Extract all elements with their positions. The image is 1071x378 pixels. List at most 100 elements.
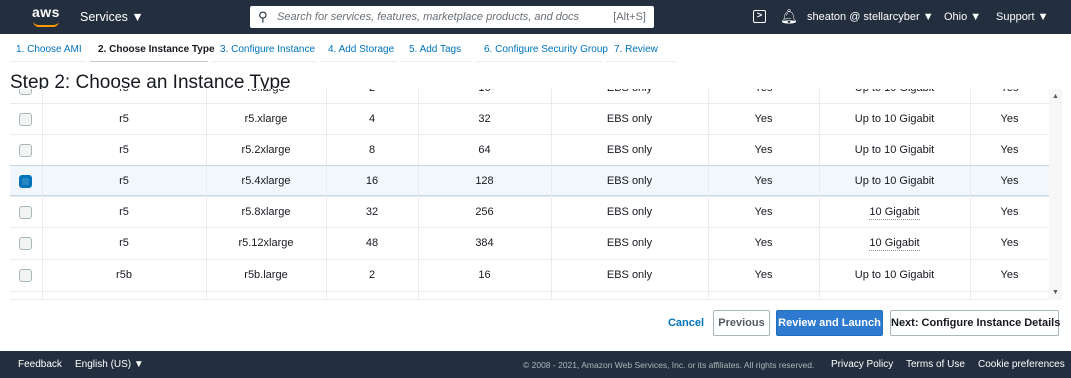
cell-ipv6: Yes bbox=[1000, 269, 1019, 281]
row-checkbox[interactable] bbox=[19, 144, 32, 157]
cell-family: r5b bbox=[116, 269, 132, 281]
row-checkbox[interactable] bbox=[19, 237, 32, 250]
table-row[interactable]: r5 r5.12xlarge 48 384 EBS only Yes 10 Gi… bbox=[10, 227, 1049, 259]
aws-logo-text: aws bbox=[32, 4, 60, 20]
cell-memory: 64 bbox=[478, 144, 491, 156]
step-underline bbox=[10, 61, 86, 62]
search-input[interactable]: ⚲ Search for services, features, marketp… bbox=[250, 6, 654, 28]
scroll-down-arrow-icon[interactable]: ▼ bbox=[1052, 289, 1059, 296]
support-menu-button[interactable]: Support ▼ bbox=[996, 11, 1048, 23]
cell-storage: EBS only bbox=[606, 113, 653, 125]
notifications-bell-icon[interactable]: 🔔︎ bbox=[780, 8, 798, 25]
cell-storage: EBS only bbox=[606, 144, 653, 156]
step-underline bbox=[212, 61, 316, 62]
cell-storage: EBS only bbox=[606, 175, 653, 187]
previous-button[interactable]: Previous bbox=[713, 310, 770, 336]
step-review[interactable]: 7. Review bbox=[614, 44, 658, 55]
table-row[interactable] bbox=[10, 291, 1049, 299]
cell-ebs-optimized: Yes bbox=[754, 144, 773, 156]
table-row-selected[interactable]: r5 r5.4xlarge 16 128 EBS only Yes Up to … bbox=[10, 165, 1049, 197]
instance-type-table: r5 r5.large 2 16 EBS only Yes Up to 10 G… bbox=[10, 89, 1062, 300]
table-scrollbar[interactable]: ▲ ▼ bbox=[1049, 89, 1062, 300]
account-menu-button[interactable]: sheaton @ stellarcyber ▼ bbox=[807, 11, 934, 23]
cell-ebs-optimized: Yes bbox=[754, 237, 773, 249]
cell-ipv6: Yes bbox=[1000, 144, 1019, 156]
aws-logo[interactable]: aws bbox=[30, 4, 64, 28]
cell-ebs-optimized: Yes bbox=[708, 89, 819, 104]
aws-smile-icon bbox=[33, 21, 59, 27]
step-configure-instance[interactable]: 3. Configure Instance bbox=[220, 44, 315, 55]
copyright-text: © 2008 - 2021, Amazon Web Services, Inc.… bbox=[523, 360, 815, 370]
table-row[interactable]: r5 r5.2xlarge 8 64 EBS only Yes Up to 10… bbox=[10, 134, 1049, 166]
table-row[interactable]: r5b r5b.large 2 16 EBS only Yes Up to 10… bbox=[10, 259, 1049, 291]
cell-type: r5.2xlarge bbox=[241, 144, 291, 156]
cell-type: r5b.large bbox=[244, 269, 288, 281]
table-row[interactable]: r5 r5.xlarge 4 32 EBS only Yes Up to 10 … bbox=[10, 103, 1049, 135]
top-navigation-bar: aws Services ▼ ⚲ Search for services, fe… bbox=[0, 0, 1071, 34]
cell-network: Up to 10 Gigabit bbox=[854, 175, 935, 187]
scroll-up-arrow-icon[interactable]: ▲ bbox=[1052, 93, 1059, 100]
row-checkbox[interactable] bbox=[19, 113, 32, 126]
cell-vcpus: 8 bbox=[368, 144, 376, 156]
cell-ipv6: Yes bbox=[1000, 206, 1019, 218]
cancel-button[interactable]: Cancel bbox=[664, 310, 708, 336]
cell-ipv6: Yes bbox=[1000, 175, 1019, 187]
network-tooltip-trigger[interactable]: 10 Gigabit bbox=[869, 205, 920, 220]
privacy-policy-link[interactable]: Privacy Policy bbox=[831, 359, 893, 370]
terms-of-use-link[interactable]: Terms of Use bbox=[906, 359, 965, 370]
cell-type: r5.large bbox=[206, 89, 326, 104]
cell-memory: 256 bbox=[475, 206, 494, 218]
services-menu-button[interactable]: Services ▼ bbox=[80, 10, 144, 24]
cell-network: Up to 10 Gigabit bbox=[819, 89, 970, 104]
search-shortcut-hint: [Alt+S] bbox=[613, 11, 646, 23]
step-choose-ami[interactable]: 1. Choose AMI bbox=[16, 44, 82, 55]
step-add-tags[interactable]: 5. Add Tags bbox=[409, 44, 461, 55]
language-selector[interactable]: English (US) ▼ bbox=[75, 359, 144, 370]
feedback-link[interactable]: Feedback bbox=[18, 359, 62, 370]
cell-vcpus: 2 bbox=[326, 89, 418, 104]
table-row[interactable]: r5 r5.8xlarge 32 256 EBS only Yes 10 Gig… bbox=[10, 196, 1049, 228]
cell-ipv6: Yes bbox=[1000, 113, 1019, 125]
footer-bar: Feedback English (US) ▼ © 2008 - 2021, A… bbox=[0, 351, 1071, 378]
search-placeholder: Search for services, features, marketpla… bbox=[277, 11, 580, 23]
cell-network: 10 Gigabit bbox=[819, 197, 970, 228]
cell-type: r5.12xlarge bbox=[238, 237, 294, 249]
row-checkbox[interactable] bbox=[19, 89, 32, 95]
cell-ipv6: Yes bbox=[970, 89, 1049, 104]
row-checkbox[interactable] bbox=[19, 269, 32, 282]
step-underline bbox=[476, 61, 602, 62]
next-configure-instance-details-button[interactable]: Next: Configure Instance Details bbox=[890, 310, 1060, 336]
cell-vcpus: 4 bbox=[368, 113, 376, 125]
cell-network: Up to 10 Gigabit bbox=[854, 269, 935, 281]
cell-storage: EBS only bbox=[606, 206, 653, 218]
cell-memory: 32 bbox=[478, 113, 491, 125]
step-choose-instance-type[interactable]: 2. Choose Instance Type bbox=[98, 44, 215, 55]
network-tooltip-trigger[interactable]: 10 Gigabit bbox=[869, 236, 920, 251]
cloudshell-icon[interactable]: > bbox=[753, 10, 766, 23]
cell-ebs-optimized: Yes bbox=[754, 269, 773, 281]
cell-type: r5.xlarge bbox=[244, 113, 288, 125]
row-checkbox-checked[interactable] bbox=[19, 175, 32, 188]
cell-vcpus: 48 bbox=[365, 237, 379, 249]
region-selector[interactable]: Ohio ▼ bbox=[944, 11, 981, 23]
table-row[interactable]: r5 r5.large 2 16 EBS only Yes Up to 10 G… bbox=[10, 89, 1049, 104]
cell-storage: EBS only bbox=[606, 269, 653, 281]
cell-family: r5 bbox=[42, 89, 206, 104]
step-configure-security-group[interactable]: 6. Configure Security Group bbox=[484, 44, 608, 55]
cell-memory: 384 bbox=[475, 237, 494, 249]
cell-family: r5 bbox=[119, 206, 129, 218]
search-icon: ⚲ bbox=[258, 9, 268, 24]
step-add-storage[interactable]: 4. Add Storage bbox=[328, 44, 394, 55]
cell-network: Up to 10 Gigabit bbox=[854, 144, 935, 156]
cookie-preferences-link[interactable]: Cookie preferences bbox=[978, 359, 1065, 370]
row-checkbox[interactable] bbox=[19, 206, 32, 219]
step-underline bbox=[320, 61, 397, 62]
cell-memory: 128 bbox=[475, 175, 494, 187]
review-and-launch-button[interactable]: Review and Launch bbox=[776, 310, 883, 336]
cell-memory: 16 bbox=[418, 89, 551, 104]
cell-family: r5 bbox=[119, 175, 129, 187]
cell-storage: EBS only bbox=[551, 89, 708, 104]
step-underline bbox=[606, 61, 676, 62]
cell-family: r5 bbox=[119, 144, 129, 156]
step-underline-active bbox=[90, 61, 208, 62]
